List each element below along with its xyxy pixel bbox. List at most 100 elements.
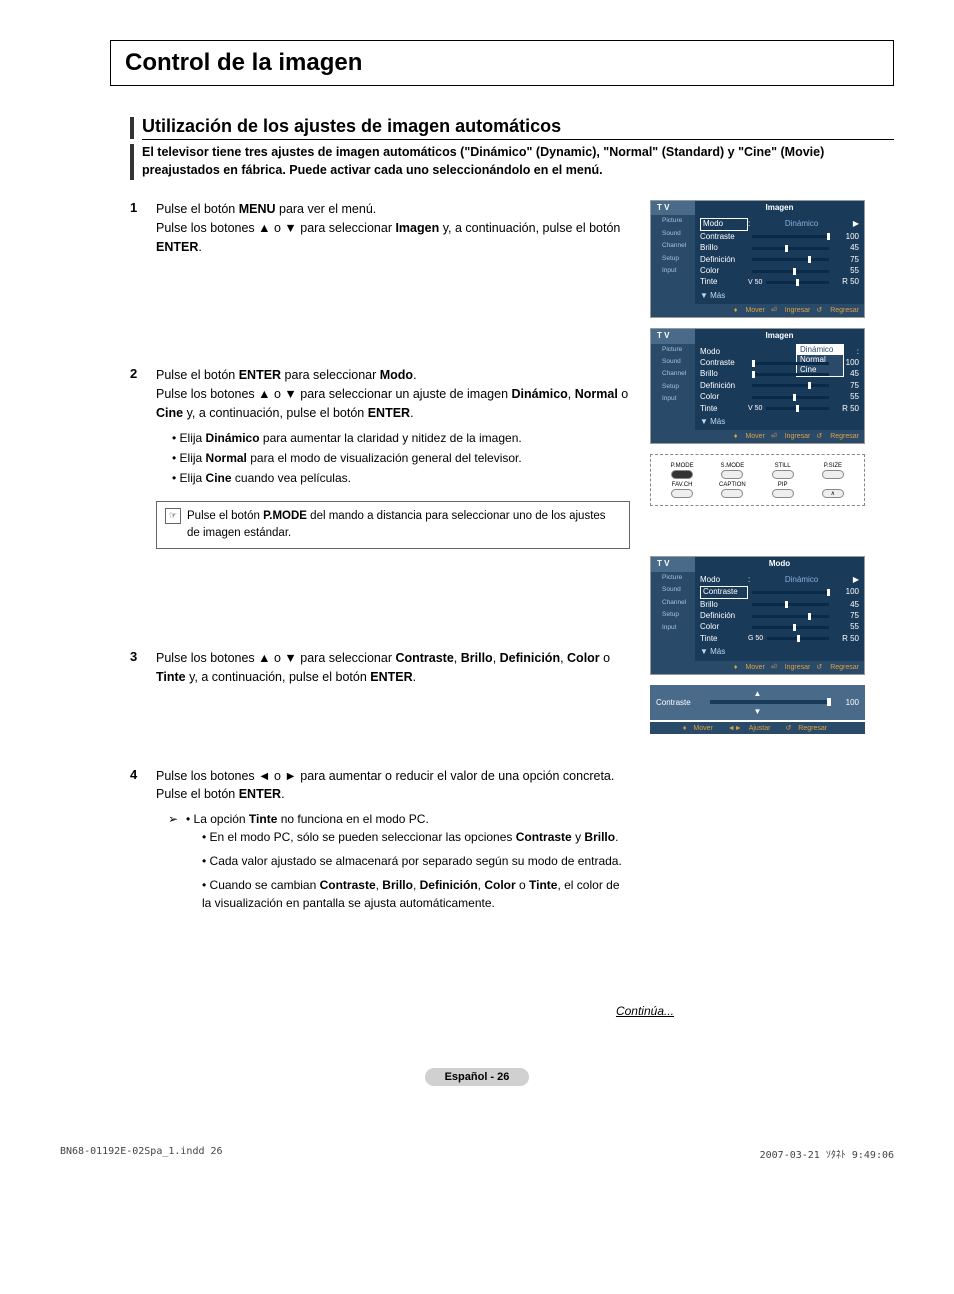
- osd-label: Color: [700, 266, 748, 276]
- section-title: Utilización de los ajustes de imagen aut…: [142, 116, 894, 140]
- osd-main: Modo:Dinámico▶ Contraste100 Brillo45 Def…: [695, 215, 864, 304]
- t: • La opción: [186, 812, 249, 826]
- step-body: Pulse los botones ▲ o ▼ para seleccionar…: [156, 649, 630, 687]
- osd-label: Tinte: [700, 404, 748, 414]
- sub-bullets: • Elija Dinámico para aumentar la clarid…: [172, 429, 630, 487]
- t: Contraste: [395, 651, 453, 665]
- side-item: Sound: [654, 358, 692, 366]
- osd-val: 75: [833, 611, 859, 621]
- side-item: Picture: [654, 217, 692, 225]
- remote-button-icon: [721, 470, 743, 479]
- osd-more: ▼ Más: [700, 647, 859, 657]
- step-num: 4: [130, 767, 156, 925]
- remote-button-icon: [721, 489, 743, 498]
- osd-label: Modo: [700, 347, 748, 357]
- t: Brillo: [382, 878, 413, 892]
- t: • Cada valor ajustado se almacenará por …: [202, 852, 630, 870]
- t: Ingresar: [785, 664, 811, 671]
- t: Mover: [693, 725, 712, 732]
- footer-right: 2007-03-21 ｿﾀﾈﾄ 9:49:06: [760, 1146, 894, 1161]
- t: Tinte: [249, 812, 277, 826]
- osd-label: Definición: [700, 611, 748, 621]
- t: • Elija: [172, 471, 206, 485]
- t: • Cuando se cambian: [202, 878, 320, 892]
- osd-foot: ♦ Mover⏎ Ingresar↺ Regresar: [651, 661, 864, 674]
- t: no funciona en el modo PC.: [277, 812, 428, 826]
- remote-button-icon: [772, 489, 794, 498]
- t: para aumentar la claridad y nitidez de l…: [260, 431, 522, 445]
- slider-bar: [710, 700, 831, 704]
- osd-label: Definición: [700, 381, 748, 391]
- remote-label: STILL: [766, 463, 800, 469]
- t: Tinte: [156, 670, 186, 684]
- osd-val: 55: [833, 392, 859, 402]
- side-item: Setup: [654, 383, 692, 391]
- osd-label: Contraste: [700, 586, 748, 598]
- t: Pulse el botón: [187, 510, 263, 522]
- osd-popup: Dinámico Normal Cine: [796, 344, 844, 377]
- osd-more: ▼ Más: [700, 291, 859, 301]
- t: Contraste: [516, 830, 572, 844]
- osd-label: Tinte: [700, 277, 748, 287]
- t: Ajustar: [749, 725, 771, 732]
- t: o: [600, 651, 610, 665]
- slider-contraste: ▲ Contraste 100 ▼: [650, 685, 865, 720]
- t: Cine: [206, 471, 232, 485]
- t: ENTER: [239, 787, 281, 801]
- t: o: [618, 387, 628, 401]
- t: ENTER: [368, 406, 410, 420]
- osd-label: Brillo: [700, 600, 748, 610]
- t: para el modo de visualización general de…: [247, 451, 522, 465]
- t: ,: [568, 387, 575, 401]
- t: .: [281, 787, 284, 801]
- t: Normal: [206, 451, 247, 465]
- t: .: [413, 670, 416, 684]
- t: Pulse el botón: [156, 368, 239, 382]
- osd-val: V 50: [748, 404, 762, 413]
- t: Mover: [745, 307, 764, 314]
- t: ENTER: [239, 368, 281, 382]
- step-num: 2: [130, 366, 156, 549]
- osd-label: Color: [700, 392, 748, 402]
- osd-imagen-2: T VImagen Picture Sound Channel Setup In…: [650, 328, 865, 444]
- side-item: Input: [654, 624, 692, 632]
- osd-label: Modo: [700, 575, 748, 585]
- section-title-row: Utilización de los ajustes de imagen aut…: [130, 116, 894, 140]
- t: ,: [413, 878, 420, 892]
- t: ENTER: [156, 240, 198, 254]
- side-item: Channel: [654, 599, 692, 607]
- osd-foot: ♦ Mover⏎ Ingresar↺ Regresar: [651, 304, 864, 317]
- content-area: 1 Pulse el botón MENU para ver el menú. …: [130, 200, 894, 954]
- t: Regresar: [830, 307, 859, 314]
- intro-row: El televisor tiene tres ajustes de image…: [130, 144, 894, 180]
- print-footer: BN68-01192E-02Spa_1.indd 26 2007-03-21 ｿ…: [60, 1146, 894, 1161]
- osd-value: Dinámico: [750, 575, 853, 585]
- osd-val: R 50: [833, 404, 859, 414]
- osd-val: 100: [833, 232, 859, 242]
- arrow-bullets: ➢ • La opción Tinte no funciona en el mo…: [168, 810, 630, 918]
- osd-val: 100: [833, 587, 859, 597]
- t: MENU: [239, 202, 276, 216]
- note-box: ☞ Pulse el botón P.MODE del mando a dist…: [156, 501, 630, 550]
- arrow-icon: ➢: [168, 810, 186, 918]
- osd-title: Modo: [695, 557, 864, 571]
- t: .: [413, 368, 416, 382]
- t: Color: [567, 651, 600, 665]
- t: Dinámico: [512, 387, 568, 401]
- t: • Elija: [172, 431, 206, 445]
- t: Imagen: [395, 221, 439, 235]
- t: y, a continuación, pulse el botón: [186, 670, 371, 684]
- osd-title: Imagen: [695, 201, 864, 215]
- osd-sidebar: Picture Sound Channel Setup Input: [651, 344, 695, 431]
- t: .: [410, 406, 413, 420]
- t: Brillo: [584, 830, 615, 844]
- remote-button-icon: [772, 470, 794, 479]
- t: y, a continuación, pulse el botón: [439, 221, 620, 235]
- osd-label: Brillo: [700, 243, 748, 253]
- osd-val: R 50: [833, 277, 859, 287]
- t: Pulse los botones ▲ o ▼ para seleccionar: [156, 221, 395, 235]
- t: Definición: [500, 651, 560, 665]
- remote-label: P.SIZE: [816, 463, 850, 469]
- remote-label: PIP: [766, 482, 800, 488]
- side-item: Sound: [654, 586, 692, 594]
